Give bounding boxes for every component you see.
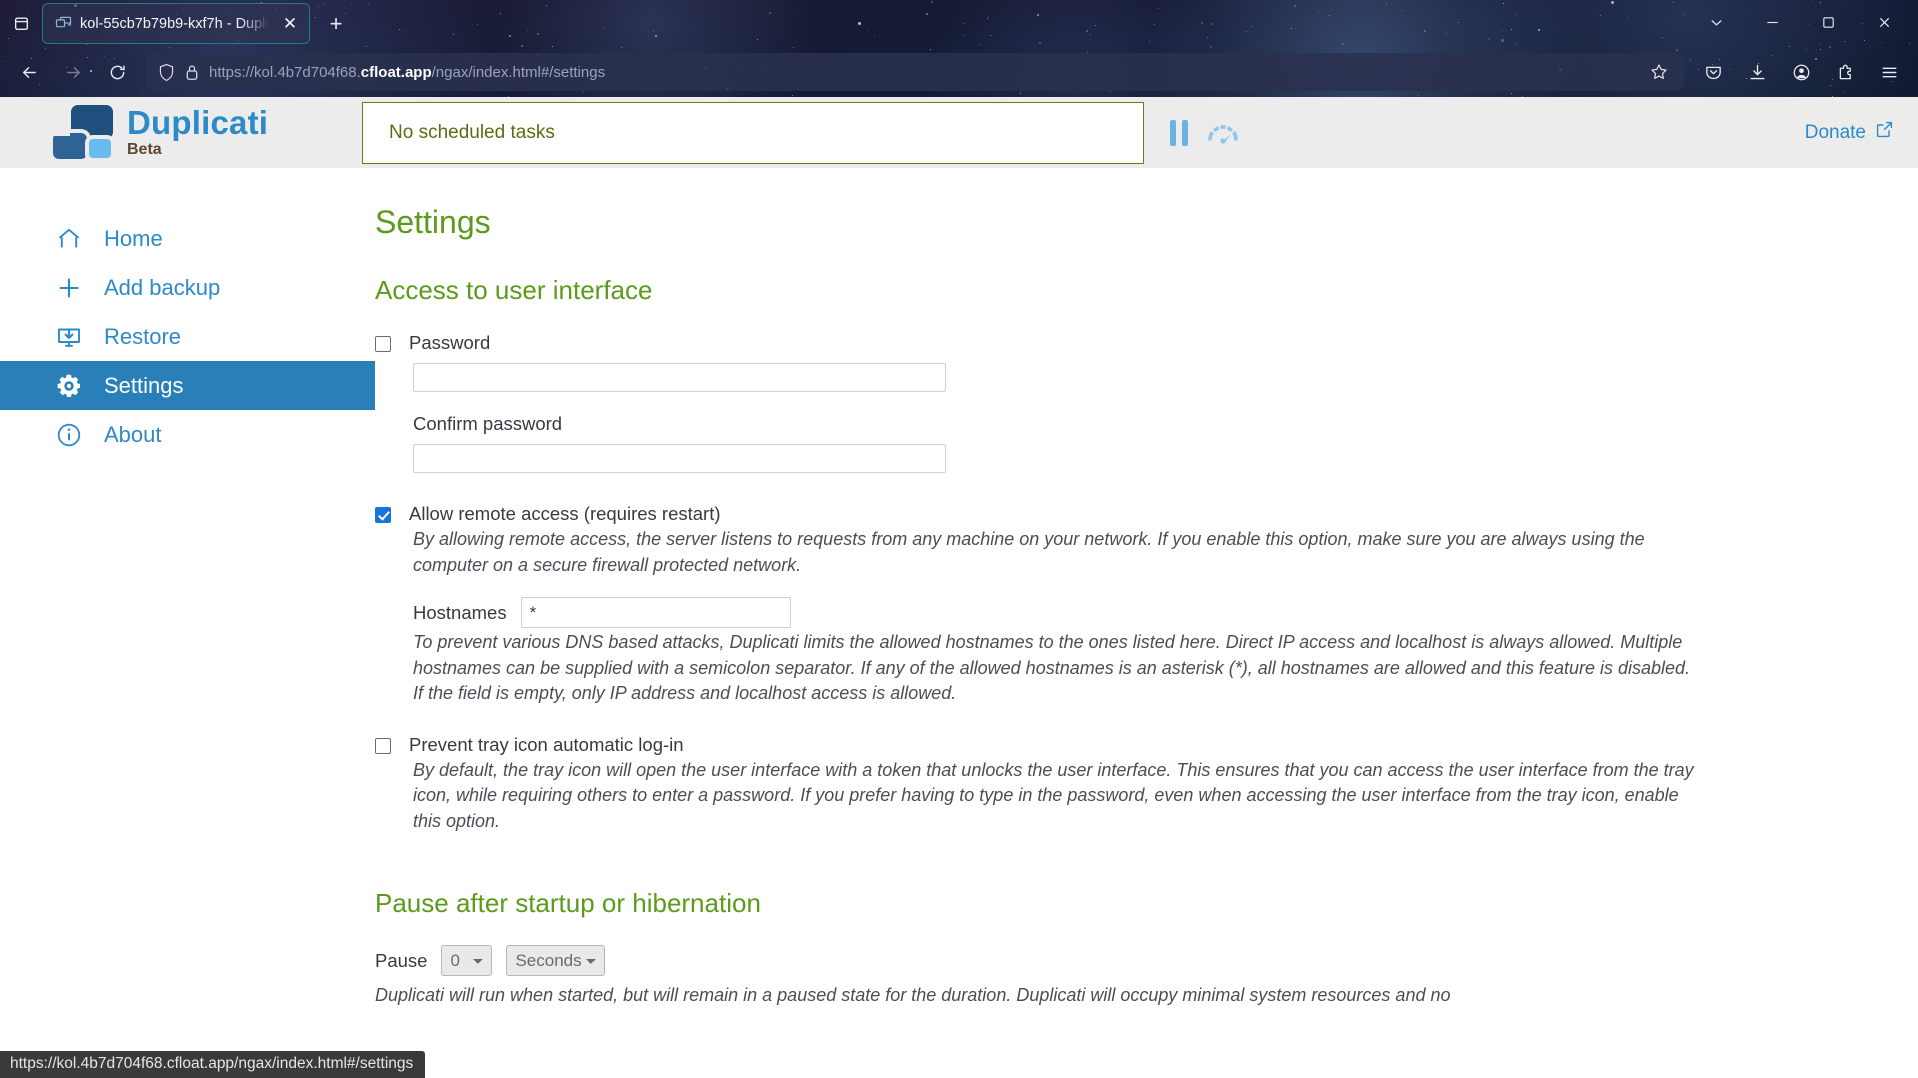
brand[interactable]: Duplicati Beta (0, 103, 362, 161)
brand-edition: Beta (127, 141, 162, 159)
sidebar-item-label: Restore (104, 323, 182, 349)
sidebar: Home Add backup Restore Settings About (0, 168, 375, 1009)
remote-access-label: Allow remote access (requires restart) (409, 503, 721, 524)
hostnames-label: Hostnames (413, 601, 507, 623)
settings-content: Settings Access to user interface Passwo… (375, 168, 1918, 1009)
downloads-icon[interactable] (1736, 54, 1778, 90)
password-checkbox-row[interactable]: Password (375, 332, 1878, 354)
remote-access-help: By allowing remote access, the server li… (413, 529, 1645, 575)
sidebar-item-label: About (104, 421, 162, 447)
browser-tab[interactable]: kol-55cb7b79b9-kxf7h - Duplicati ✕ (42, 3, 310, 44)
throttle-gauge-icon[interactable] (1204, 120, 1242, 146)
url-subdomain: kol.4b7d704f68. (254, 63, 361, 81)
tray-icon-label: Prevent tray icon automatic log-in (409, 733, 684, 755)
tab-strip: kol-55cb7b79b9-kxf7h - Duplicati ✕ + (0, 0, 1918, 47)
hostnames-input[interactable] (520, 597, 791, 629)
close-icon[interactable]: ✕ (278, 12, 302, 36)
sidebar-item-about[interactable]: About (0, 410, 375, 459)
duplicati-logo-icon (53, 104, 113, 161)
remote-access-checkbox[interactable] (375, 507, 391, 523)
sidebar-item-label: Home (104, 225, 163, 251)
page-title: Settings (375, 204, 491, 240)
app-menu-icon[interactable] (1868, 54, 1910, 90)
sidebar-item-label: Add backup (104, 274, 221, 300)
plus-icon (53, 272, 84, 303)
address-bar[interactable]: https://kol.4b7d704f68.cfloat.app/ngax/i… (146, 53, 1684, 91)
extensions-icon[interactable] (1824, 54, 1866, 90)
sidebar-item-restore[interactable]: Restore (0, 312, 375, 361)
minimize-icon[interactable] (1744, 0, 1800, 44)
app-header: Duplicati Beta No scheduled tasks Donate (0, 97, 1918, 168)
tray-icon-help: By default, the tray icon will open the … (413, 759, 1694, 831)
maximize-icon[interactable] (1800, 0, 1856, 44)
reload-button[interactable] (96, 54, 138, 90)
app-body: Home Add backup Restore Settings About S… (0, 168, 1918, 1009)
info-icon (53, 419, 84, 450)
confirm-password-input[interactable] (413, 444, 946, 473)
url-domain: cfloat.app (360, 63, 432, 81)
back-button[interactable] (8, 54, 50, 90)
password-checkbox[interactable] (375, 336, 391, 352)
password-input[interactable] (413, 363, 946, 392)
lock-icon[interactable] (185, 64, 199, 81)
tab-title: kol-55cb7b79b9-kxf7h - Duplicati (80, 15, 270, 32)
gear-icon (53, 370, 84, 401)
close-icon[interactable] (1856, 0, 1912, 44)
app-controls (1144, 119, 1242, 146)
tray-icon-checkbox[interactable] (375, 737, 391, 754)
chevron-down-icon[interactable] (1688, 0, 1744, 44)
window-controls (1688, 0, 1912, 47)
home-icon (53, 223, 84, 254)
url-path: /ngax/index.html#/settings (431, 63, 606, 81)
window-duplicate-icon (55, 15, 72, 32)
section-heading-pause: Pause after startup or hibernation (375, 888, 761, 919)
account-icon[interactable] (1780, 54, 1822, 90)
pause-help: Duplicati will run when started, but wil… (375, 985, 1451, 1006)
status-bar-url: https://kol.4b7d704f68.cfloat.app/ngax/i… (0, 1051, 426, 1078)
pocket-save-icon[interactable] (1692, 54, 1734, 90)
url-text: https://kol.4b7d704f68.cfloat.app/ngax/i… (209, 64, 1632, 81)
pause-amount-select[interactable]: 012345101530 (441, 945, 493, 977)
sidebar-item-settings[interactable]: Settings (0, 361, 375, 410)
sidebar-item-add-backup[interactable]: Add backup (0, 263, 375, 312)
brand-name: Duplicati (127, 103, 269, 141)
star-icon[interactable] (1642, 55, 1676, 89)
tray-icon-checkbox-row[interactable]: Prevent tray icon automatic log-in (375, 734, 1878, 756)
donate-label: Donate (1804, 121, 1866, 143)
sidebar-item-label: Settings (104, 372, 184, 398)
hostnames-help: To prevent various DNS based attacks, Du… (413, 632, 1691, 704)
task-status-box: No scheduled tasks (362, 101, 1144, 164)
new-tab-button[interactable]: + (316, 3, 356, 44)
password-label: Password (409, 332, 491, 353)
donate-link[interactable]: Donate (1805, 120, 1894, 145)
tab-list-icon[interactable] (0, 0, 42, 47)
pause-icon[interactable] (1170, 119, 1188, 146)
hostnames-row: Hostnames (413, 597, 1878, 629)
browser-window: kol-55cb7b79b9-kxf7h - Duplicati ✕ + (0, 0, 1918, 1078)
restore-icon (53, 321, 84, 352)
pause-label: Pause (375, 949, 428, 971)
browser-chrome: kol-55cb7b79b9-kxf7h - Duplicati ✕ + (0, 0, 1918, 98)
confirm-password-label: Confirm password (413, 413, 563, 434)
toolbar-right (1692, 54, 1910, 90)
navigation-toolbar: https://kol.4b7d704f68.cfloat.app/ngax/i… (0, 47, 1918, 97)
external-link-icon (1875, 120, 1894, 145)
sidebar-item-home[interactable]: Home (0, 214, 375, 263)
remote-access-checkbox-row[interactable]: Allow remote access (requires restart) (375, 503, 1878, 525)
shield-icon[interactable] (158, 63, 175, 82)
pause-unit-select[interactable]: SecondsMinutesHoursDays (506, 945, 606, 977)
duplicati-app: Duplicati Beta No scheduled tasks Donate… (0, 97, 1918, 1078)
section-heading-access: Access to user interface (375, 275, 653, 305)
pause-row: Pause 012345101530 SecondsMinutesHoursDa… (375, 945, 1878, 977)
url-scheme: https:// (209, 63, 255, 81)
forward-button[interactable] (52, 54, 94, 90)
